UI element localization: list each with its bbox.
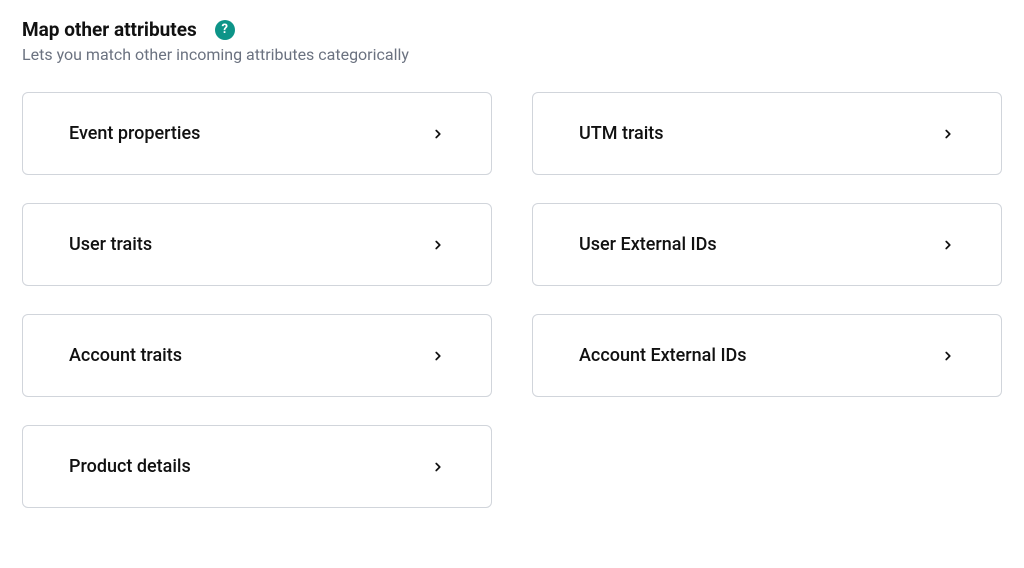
chevron-right-icon (941, 349, 955, 363)
card-label: User External IDs (579, 234, 717, 255)
chevron-right-icon (431, 460, 445, 474)
section-title: Map other attributes (22, 18, 197, 41)
card-label: Product details (69, 456, 191, 477)
section-subtitle: Lets you match other incoming attributes… (22, 45, 1002, 64)
section-header: Map other attributes ? (22, 18, 1002, 41)
chevron-right-icon (431, 127, 445, 141)
attribute-grid: Event properties UTM traits User traits … (22, 92, 1002, 508)
card-event-properties[interactable]: Event properties (22, 92, 492, 175)
card-utm-traits[interactable]: UTM traits (532, 92, 1002, 175)
card-label: UTM traits (579, 123, 664, 144)
help-icon[interactable]: ? (215, 20, 235, 40)
card-label: Account traits (69, 345, 182, 366)
card-account-traits[interactable]: Account traits (22, 314, 492, 397)
chevron-right-icon (431, 238, 445, 252)
card-label: Event properties (69, 123, 200, 144)
card-account-external-ids[interactable]: Account External IDs (532, 314, 1002, 397)
card-product-details[interactable]: Product details (22, 425, 492, 508)
chevron-right-icon (941, 127, 955, 141)
card-label: User traits (69, 234, 152, 255)
card-label: Account External IDs (579, 345, 747, 366)
chevron-right-icon (941, 238, 955, 252)
card-user-traits[interactable]: User traits (22, 203, 492, 286)
chevron-right-icon (431, 349, 445, 363)
card-user-external-ids[interactable]: User External IDs (532, 203, 1002, 286)
